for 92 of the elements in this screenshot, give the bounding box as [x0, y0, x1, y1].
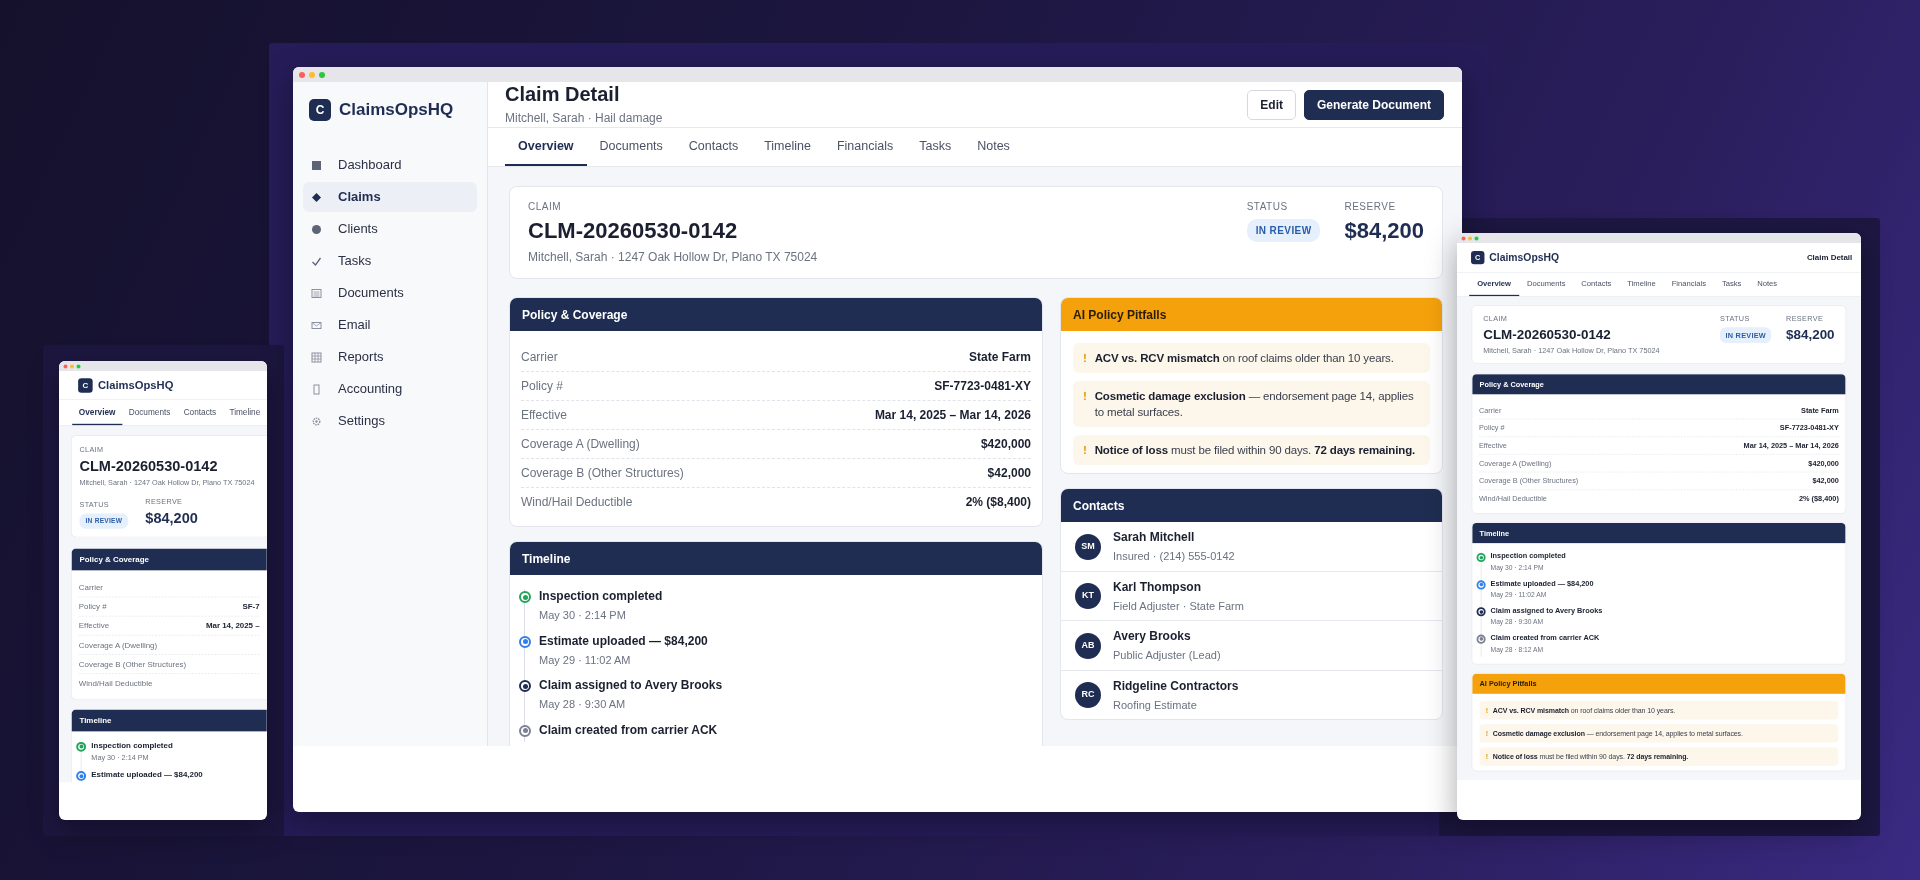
- field-label: Coverage A (Dwelling): [521, 436, 640, 453]
- field-label: Carrier: [521, 349, 558, 366]
- event-title: Inspection completed: [539, 589, 663, 605]
- event-title: Claim created from carrier ACK: [539, 722, 718, 738]
- contact-name: Karl Thompson: [1113, 578, 1202, 596]
- exclamation-icon: !: [1083, 442, 1087, 459]
- sidebar-item[interactable]: Documents: [303, 278, 477, 308]
- field-label: Effective: [521, 407, 567, 424]
- tab[interactable]: Timeline: [751, 128, 824, 166]
- field-label: STATUS: [1246, 200, 1289, 214]
- sidebar-item[interactable]: Accounting: [303, 374, 477, 404]
- contact-name: Avery Brooks: [1113, 628, 1192, 646]
- field-label: CLAIM: [528, 200, 563, 214]
- circle-icon: [311, 223, 322, 235]
- alert-text: ACV vs. RCV mismatch on roof claims older than 10 years.: [1094, 351, 1394, 367]
- envelope-icon: [311, 319, 322, 331]
- document-icon: [311, 287, 322, 299]
- field-label: Coverage B (Other Structures): [521, 465, 684, 482]
- event-time: May 29 · 11:02 AM: [539, 652, 632, 668]
- reserve-amount: $84,200: [145, 508, 198, 529]
- tab[interactable]: Documents: [586, 128, 676, 166]
- brand-name: ClaimsOpsHQ: [339, 99, 454, 122]
- event-title: Claim assigned to Avery Brooks: [539, 678, 723, 694]
- window-controls-icon: [63, 363, 81, 369]
- grid-icon: [311, 351, 322, 363]
- exclamation-icon: !: [1083, 350, 1087, 367]
- gear-icon: [311, 415, 322, 427]
- card-header: AI Policy Pitfalls: [1061, 298, 1442, 332]
- sidebar-item[interactable]: Dashboard: [303, 150, 477, 180]
- sidebar-item[interactable]: Settings: [303, 406, 477, 436]
- card-header: Timeline: [510, 542, 1042, 576]
- avatar-initials: AB: [1075, 632, 1101, 659]
- contact-detail: Roofing Estimate: [1113, 697, 1198, 713]
- brand-name: ClaimsOpsHQ: [97, 377, 174, 394]
- tab[interactable]: Contacts: [675, 128, 752, 166]
- sidebar-item[interactable]: Email: [303, 310, 477, 340]
- tab[interactable]: Timeline: [222, 400, 267, 426]
- sidebar-item[interactable]: Reports: [303, 342, 477, 372]
- field-label: Policy #: [521, 378, 564, 395]
- avatar-initials: SM: [1075, 533, 1101, 560]
- alert-text: Cosmetic damage exclusion — endorsement page 14, applies to metal surfaces.: [1094, 389, 1415, 421]
- page-subtitle: Mitchell, Sarah · Hail damage: [505, 110, 663, 127]
- tab[interactable]: Notes: [964, 128, 1023, 166]
- claim-number: CLM-20260530-0142: [79, 457, 219, 475]
- claim-address: Mitchell, Sarah · 1247 Oak Hollow Dr, Plano TX 75024: [528, 249, 818, 267]
- field-value: SF-7723-0481-XY: [934, 378, 1031, 395]
- sidebar-item[interactable]: Clients: [303, 214, 477, 244]
- contact-detail: Insured · (214) 555-0142: [1113, 549, 1235, 565]
- tab[interactable]: Overview: [505, 128, 587, 166]
- event-time: May 28 · 9:30 AM: [539, 697, 627, 713]
- window-controls-icon: [1461, 235, 1479, 241]
- rectangle-icon: [311, 383, 322, 395]
- sidebar-item[interactable]: Claims: [303, 182, 477, 212]
- window-controls-icon: [298, 70, 326, 79]
- reserve-amount: $84,200: [1786, 325, 1835, 344]
- tab[interactable]: Overview: [72, 400, 123, 426]
- contact-detail: Public Adjuster (Lead): [1113, 648, 1221, 664]
- field-value: 2% ($8,400): [965, 494, 1031, 511]
- square-icon: [311, 159, 322, 171]
- card-header: Policy & Coverage: [510, 298, 1042, 332]
- brand-name: ClaimsOpsHQ: [1489, 250, 1560, 266]
- alert-text: Notice of loss must be filed within 90 days. 72 days remaining.: [1094, 443, 1416, 459]
- tab[interactable]: Documents: [122, 400, 178, 426]
- field-label: Wind/Hail Deductible: [521, 494, 633, 511]
- page-title: Claim Detail: [505, 82, 621, 106]
- app-logo: C: [309, 99, 331, 121]
- contact-name: Ridgeline Contractors: [1113, 677, 1239, 695]
- avatar-initials: KT: [1075, 583, 1101, 610]
- tab[interactable]: Contacts: [177, 400, 223, 426]
- field-value: State Farm: [968, 349, 1031, 366]
- field-value: $42,000: [987, 465, 1031, 482]
- avatar-initials: RC: [1075, 682, 1101, 709]
- card-header: Contacts: [1061, 489, 1442, 523]
- field-value: Mar 14, 2025 – Mar 14, 2026: [874, 407, 1031, 424]
- reserve-amount: $84,200: [1344, 217, 1424, 245]
- tab[interactable]: Financials: [823, 128, 907, 166]
- claim-number: CLM-20260530-0142: [528, 218, 739, 245]
- tab[interactable]: Tasks: [906, 128, 965, 166]
- field-value: $420,000: [980, 436, 1031, 453]
- event-time: May 30 · 2:14 PM: [539, 608, 627, 624]
- check-icon: [311, 255, 322, 267]
- contact-name: Sarah Mitchell: [1113, 529, 1196, 547]
- diamond-icon: [311, 191, 322, 203]
- field-label: RESERVE: [1344, 200, 1397, 214]
- status-badge: IN REVIEW: [1246, 219, 1321, 242]
- event-title: Estimate uploaded — $84,200: [539, 633, 708, 649]
- exclamation-icon: !: [1083, 388, 1087, 421]
- primary-button[interactable]: Generate Document: [1303, 89, 1444, 120]
- sidebar-item[interactable]: Tasks: [303, 246, 477, 276]
- contact-detail: Field Adjuster · State Farm: [1113, 598, 1244, 614]
- secondary-button[interactable]: Edit: [1247, 89, 1296, 120]
- claim-number: CLM-20260530-0142: [1483, 326, 1612, 343]
